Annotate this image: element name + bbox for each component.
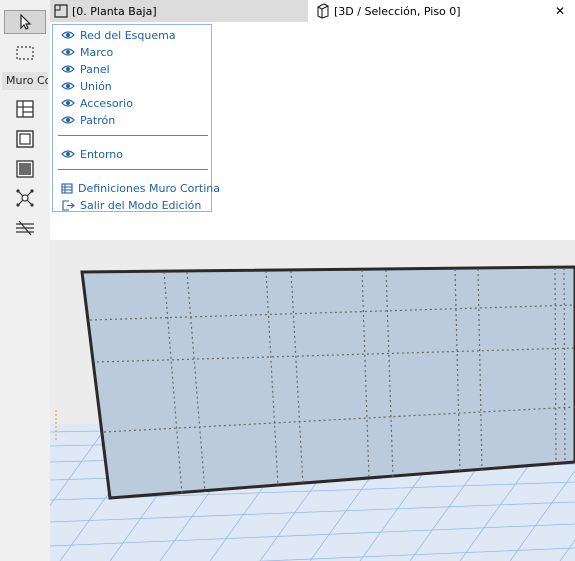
tab-3d-view-label: [3D / Selección, Piso 0] <box>334 4 461 18</box>
junction-icon <box>16 189 34 207</box>
exit-icon <box>61 199 75 211</box>
eye-icon <box>61 63 75 75</box>
panel-tool-button[interactable] <box>4 157 46 181</box>
menu-item-accessory[interactable]: Accesorio <box>53 95 211 111</box>
menu-item-scheme-grid[interactable]: Red del Esquema <box>53 27 211 43</box>
menu-item-label: Panel <box>80 62 110 76</box>
eye-icon <box>61 80 75 92</box>
tab-floor-plan[interactable]: [0. Planta Baja] <box>50 0 308 22</box>
toolbox: Muro Co <box>0 0 51 561</box>
marquee-select-icon <box>16 46 34 60</box>
menu-separator <box>58 135 208 136</box>
menu-item-junction[interactable]: Unión <box>53 78 211 94</box>
curtain-wall-panel[interactable] <box>80 265 575 500</box>
tab-floor-plan-label: [0. Planta Baja] <box>72 4 157 18</box>
arrow-tool-button[interactable] <box>4 10 46 34</box>
menu-item-label: Red del Esquema <box>80 28 176 42</box>
menu-item-pattern[interactable]: Patrón <box>53 112 211 128</box>
menu-separator <box>58 169 208 170</box>
panel-icon <box>16 160 34 178</box>
menu-item-label: Accesorio <box>80 96 133 110</box>
menu-item-label: Entorno <box>80 147 123 161</box>
cube-3d-icon <box>316 3 330 19</box>
menu-item-curtain-wall-settings[interactable]: Definiciones Muro Cortina <box>53 180 220 196</box>
eye-icon <box>61 114 75 126</box>
scheme-grid-tool-button[interactable] <box>4 97 46 121</box>
menu-item-frame[interactable]: Marco <box>53 44 211 60</box>
accessory-tool-button[interactable] <box>4 216 46 240</box>
frame-tool-button[interactable] <box>4 127 46 151</box>
curtain-wall-settings-icon <box>61 182 73 194</box>
menu-item-label: Patrón <box>80 113 116 127</box>
menu-item-environment[interactable]: Entorno <box>53 146 211 162</box>
eye-icon <box>61 97 75 109</box>
marquee-tool-button[interactable] <box>4 41 46 65</box>
eye-icon <box>61 148 75 160</box>
curtain-wall-edit-menu: Red del Esquema Marco Panel Unión Acceso… <box>52 24 220 213</box>
menu-item-label: Marco <box>80 45 114 59</box>
eye-icon <box>61 29 75 41</box>
accessory-icon <box>16 220 34 236</box>
menu-item-label: Definiciones Muro Cortina <box>78 181 220 195</box>
menu-item-label: Unión <box>80 79 112 93</box>
arrow-pointer-icon <box>20 13 32 30</box>
grid-scheme-icon <box>16 100 34 118</box>
floor-plan-icon <box>54 4 68 18</box>
close-tab-icon[interactable]: ✕ <box>555 3 565 19</box>
frame-icon <box>16 130 34 148</box>
menu-item-panel[interactable]: Panel <box>53 61 211 77</box>
menu-item-label: Salir del Modo Edición <box>80 198 202 212</box>
junction-tool-button[interactable] <box>4 186 46 210</box>
tab-bar: [0. Planta Baja] [3D / Selección, Piso 0… <box>50 0 575 22</box>
tab-3d-view[interactable]: [3D / Selección, Piso 0] ✕ <box>312 0 575 22</box>
eye-icon <box>61 46 75 58</box>
menu-item-exit-edit-mode[interactable]: Salir del Modo Edición <box>53 197 211 213</box>
toolbox-section-label: Muro Co <box>2 72 48 90</box>
